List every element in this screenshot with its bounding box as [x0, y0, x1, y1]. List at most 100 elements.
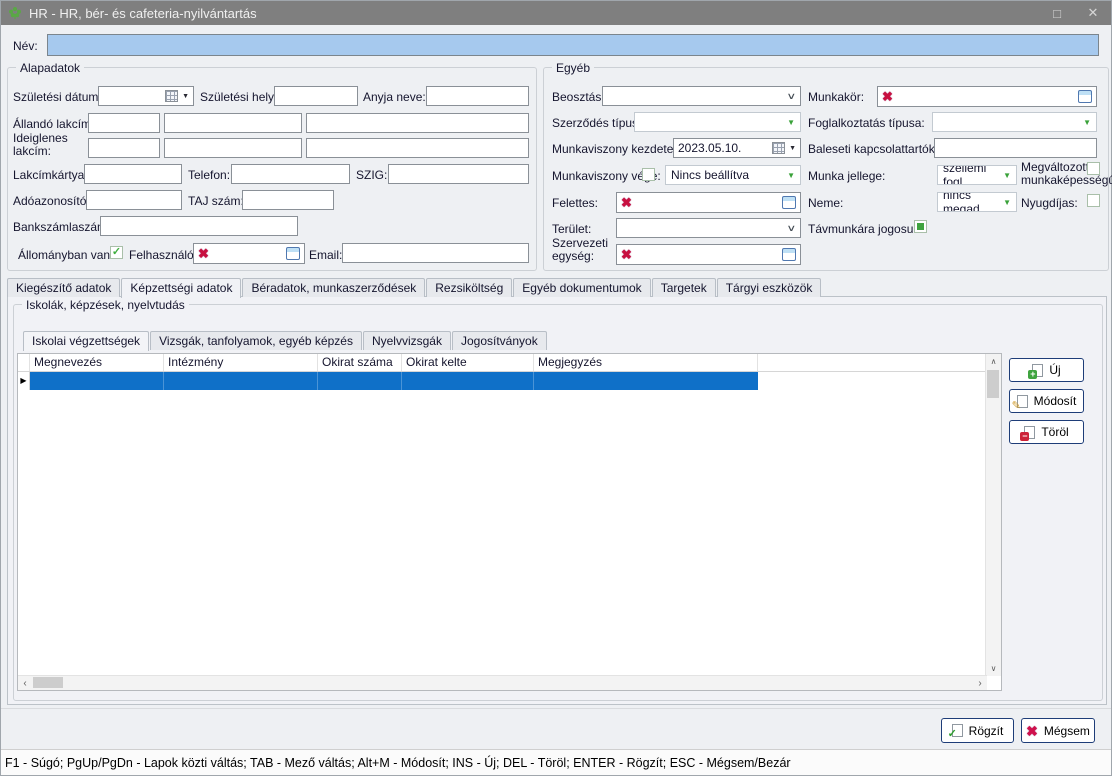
name-input[interactable] — [47, 34, 1099, 56]
org-unit-field[interactable]: ✖ — [616, 244, 801, 265]
column-header-okirat-kelte[interactable]: Okirat kelte — [402, 354, 534, 371]
user-field[interactable]: ✖ — [193, 243, 305, 264]
cell-megnevezes[interactable] — [30, 372, 164, 390]
status-bar: F1 - Súgó; PgUp/PgDn - Lapok közti váltá… — [1, 749, 1111, 775]
temporary-address-city-input[interactable] — [164, 138, 302, 158]
column-header-intezmeny[interactable]: Intézmény — [164, 354, 318, 371]
email-input[interactable] — [342, 243, 529, 263]
dropdown-triangle-icon[interactable]: ▼ — [787, 171, 795, 180]
sub-tab-bar: Iskolai végzettségek Vizsgák, tanfolyamo… — [23, 331, 548, 350]
cell-okirat-szama[interactable] — [318, 372, 402, 390]
address-card-input[interactable] — [84, 164, 182, 184]
chevron-down-icon[interactable]: ∨ — [787, 223, 797, 234]
delete-button[interactable]: − Töröl — [1009, 420, 1084, 444]
temporary-address-zip-input[interactable] — [88, 138, 160, 158]
bank-account-input[interactable] — [100, 216, 298, 236]
scroll-right-icon[interactable]: › — [973, 676, 987, 690]
gender-combo[interactable]: nincs megad ▼ — [937, 192, 1017, 212]
lookup-picker-icon[interactable] — [286, 247, 300, 260]
tab-kepzettsegi-adatok[interactable]: Képzettségi adatok — [121, 278, 241, 298]
permanent-address-street-input[interactable] — [306, 113, 529, 133]
taj-input[interactable] — [242, 190, 334, 210]
dropdown-triangle-icon[interactable]: ▼ — [1003, 171, 1011, 180]
vertical-scroll-thumb[interactable] — [987, 370, 999, 398]
lookup-picker-icon[interactable] — [1078, 90, 1092, 103]
position-combo[interactable]: ∨ — [602, 86, 801, 106]
row-indicator-icon: ▶ — [20, 377, 26, 385]
subtab-nyelvvizsgak[interactable]: Nyelvvizsgák — [363, 331, 451, 350]
close-button[interactable]: ✕ — [1075, 1, 1111, 25]
retired-checkbox[interactable] — [1087, 194, 1100, 207]
changed-capacity-checkbox[interactable] — [1087, 162, 1100, 175]
table-row-selected[interactable]: ▶ — [18, 372, 1001, 390]
red-x-icon: ✖ — [198, 247, 209, 260]
horizontal-scroll-thumb[interactable] — [33, 677, 63, 688]
tab-egyeb-dokumentumok[interactable]: Egyéb dokumentumok — [513, 278, 650, 297]
employment-start-field[interactable]: 2023.05.10. ▼ — [673, 138, 801, 158]
birth-date-field[interactable]: ▼ — [98, 86, 194, 106]
birth-place-input[interactable] — [274, 86, 358, 106]
cell-okirat-kelte[interactable] — [402, 372, 534, 390]
tab-rezsikoltseg[interactable]: Rezsiköltség — [426, 278, 512, 297]
dropdown-triangle-icon[interactable]: ▼ — [787, 118, 795, 127]
cell-megjegyzes[interactable] — [534, 372, 758, 390]
dropdown-triangle-icon[interactable]: ▼ — [182, 93, 189, 100]
modify-button[interactable]: ✎ Módosít — [1009, 389, 1084, 413]
grid-gutter-header — [18, 354, 30, 371]
accident-contacts-input[interactable] — [934, 138, 1097, 158]
job-field[interactable]: ✖ — [877, 86, 1097, 107]
column-header-megnevezes[interactable]: Megnevezés — [30, 354, 164, 371]
employment-end-combo[interactable]: Nincs beállítva ▼ — [665, 165, 801, 185]
calendar-icon[interactable] — [165, 90, 178, 102]
scroll-up-icon[interactable]: ∧ — [986, 354, 1001, 369]
mother-name-input[interactable] — [426, 86, 529, 106]
scroll-down-icon[interactable]: ∨ — [986, 661, 1001, 676]
calendar-icon[interactable] — [772, 142, 785, 154]
permanent-address-zip-input[interactable] — [88, 113, 160, 133]
dropdown-triangle-icon[interactable]: ▼ — [1083, 118, 1091, 127]
supervisor-field[interactable]: ✖ — [616, 192, 801, 213]
mother-name-label: Anyja neve: — [363, 90, 426, 104]
employment-type-combo[interactable]: ▼ — [932, 112, 1097, 132]
on-staff-label: Állományban van: — [18, 248, 113, 262]
cancel-x-icon: ✖ — [1026, 724, 1038, 738]
red-x-icon: ✖ — [882, 90, 893, 103]
vertical-scrollbar[interactable]: ∧ ∨ — [985, 354, 1001, 676]
tab-targyi-eszkozok[interactable]: Tárgyi eszközök — [717, 278, 822, 297]
temporary-address-street-input[interactable] — [306, 138, 529, 158]
contract-type-combo[interactable]: ▼ — [634, 112, 801, 132]
tax-id-input[interactable] — [86, 190, 182, 210]
maximize-button[interactable]: □ — [1039, 1, 1075, 25]
lookup-picker-icon[interactable] — [782, 248, 796, 261]
subtab-vizsgak[interactable]: Vizsgák, tanfolyamok, egyéb képzés — [150, 331, 362, 350]
employment-type-label: Foglalkoztatás típusa: — [808, 116, 925, 130]
column-header-megjegyzes[interactable]: Megjegyzés — [534, 354, 758, 371]
temporary-address-label: Ideiglenes lakcím: — [13, 132, 79, 158]
horizontal-scrollbar[interactable]: ‹ › — [18, 675, 987, 690]
cancel-button[interactable]: ✖ Mégsem — [1021, 718, 1095, 743]
szig-input[interactable] — [388, 164, 529, 184]
subtab-jogositvanyok[interactable]: Jogosítványok — [452, 331, 547, 350]
area-combo[interactable]: ∨ — [616, 218, 801, 238]
chevron-down-icon[interactable]: ∨ — [787, 91, 797, 102]
on-staff-checkbox[interactable]: ✓ — [110, 246, 123, 259]
tab-beradatok[interactable]: Béradatok, munkaszerződések — [242, 278, 425, 297]
cell-intezmeny[interactable] — [164, 372, 318, 390]
permanent-address-city-input[interactable] — [164, 113, 302, 133]
phone-input[interactable] — [231, 164, 350, 184]
employment-end-checkbox[interactable] — [642, 168, 655, 181]
new-button[interactable]: + Új — [1009, 358, 1084, 382]
tab-kiegeszito-adatok[interactable]: Kiegészítő adatok — [7, 278, 120, 297]
save-button[interactable]: ✓ Rögzít — [941, 718, 1014, 743]
birth-date-label: Születési dátum: — [13, 90, 102, 104]
dropdown-triangle-icon[interactable]: ▼ — [1003, 198, 1011, 207]
tab-targetek[interactable]: Targetek — [652, 278, 716, 297]
remote-work-checkbox[interactable] — [914, 220, 927, 233]
main-tab-bar: Kiegészítő adatok Képzettségi adatok Bér… — [7, 278, 822, 297]
work-nature-combo[interactable]: szellemi fogl ▼ — [937, 165, 1017, 185]
scroll-left-icon[interactable]: ‹ — [18, 676, 32, 690]
subtab-iskolai-vegzettsegek[interactable]: Iskolai végzettségek — [23, 331, 149, 351]
dropdown-triangle-icon[interactable]: ▼ — [789, 145, 796, 152]
lookup-picker-icon[interactable] — [782, 196, 796, 209]
column-header-okirat-szama[interactable]: Okirat száma — [318, 354, 402, 371]
